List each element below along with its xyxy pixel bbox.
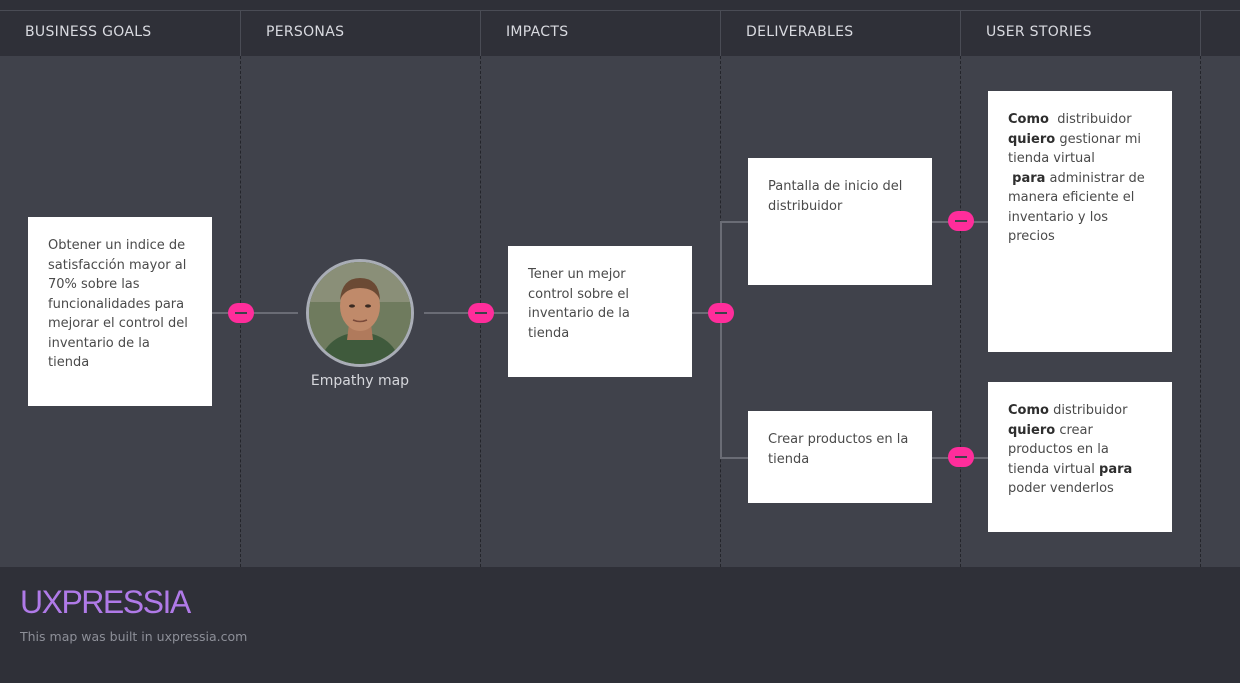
story-keyword-como: Como	[1008, 403, 1049, 418]
deliverable-card[interactable]: Pantalla de inicio del distribuidor	[748, 158, 932, 285]
persona-label[interactable]: Empathy map	[290, 373, 430, 389]
story-keyword-quiero: quiero	[1008, 131, 1056, 147]
collapse-toggle-impact[interactable]	[708, 303, 734, 323]
column-header-business-goals[interactable]: BUSINESS GOALS	[0, 11, 241, 56]
top-strip	[0, 0, 1240, 10]
deliverable-text: Crear productos en la tienda	[768, 432, 909, 467]
user-story-card[interactable]: Como distribuidor quiero crear productos…	[988, 382, 1172, 532]
person-photo-icon	[309, 262, 411, 364]
story-role: distribuidor	[1053, 403, 1128, 418]
column-header-personas[interactable]: PERSONAS	[241, 11, 481, 56]
story-keyword-como: Como	[1008, 112, 1049, 127]
collapse-toggle-deliverable-2[interactable]	[948, 447, 974, 467]
column-header-user-stories[interactable]: USER STORIES	[961, 11, 1201, 56]
user-story-card[interactable]: Como distribuidor quiero gestionar mi ti…	[988, 91, 1172, 352]
column-header-deliverables[interactable]: DELIVERABLES	[721, 11, 961, 56]
business-goal-text: Obtener un indice de satisfacción mayor …	[48, 238, 188, 370]
story-keyword-para: para	[1012, 170, 1046, 186]
connector-deliverables-trunk	[720, 221, 722, 458]
column-divider	[960, 56, 961, 567]
story-keyword-quiero: quiero	[1008, 422, 1056, 438]
impact-text: Tener un mejor control sobre el inventar…	[528, 267, 630, 341]
uxpressia-logo[interactable]: UXPRESSIA	[20, 584, 191, 621]
business-goal-card[interactable]: Obtener un indice de satisfacción mayor …	[28, 217, 212, 406]
footer-credit: This map was built in uxpressia.com	[20, 629, 248, 644]
collapse-toggle-goal[interactable]	[228, 303, 254, 323]
persona-avatar[interactable]	[306, 259, 414, 367]
collapse-toggle-deliverable-1[interactable]	[948, 211, 974, 231]
connector-persona-impact	[424, 312, 508, 314]
deliverable-text: Pantalla de inicio del distribuidor	[768, 179, 903, 214]
impact-card[interactable]: Tener un mejor control sobre el inventar…	[508, 246, 692, 377]
story-role: distribuidor	[1057, 112, 1132, 127]
deliverable-card[interactable]: Crear productos en la tienda	[748, 411, 932, 503]
story-benefit: poder venderlos	[1008, 481, 1114, 496]
connector-to-deliverable-1	[720, 221, 748, 223]
column-header-bar: BUSINESS GOALS PERSONAS IMPACTS DELIVERA…	[0, 10, 1240, 56]
connector-to-deliverable-2	[720, 457, 748, 459]
collapse-toggle-persona[interactable]	[468, 303, 494, 323]
column-header-extra	[1201, 11, 1240, 56]
column-header-impacts[interactable]: IMPACTS	[481, 11, 721, 56]
story-keyword-para: para	[1099, 461, 1133, 477]
column-divider	[1200, 56, 1201, 567]
connector-goal-persona	[212, 312, 298, 314]
